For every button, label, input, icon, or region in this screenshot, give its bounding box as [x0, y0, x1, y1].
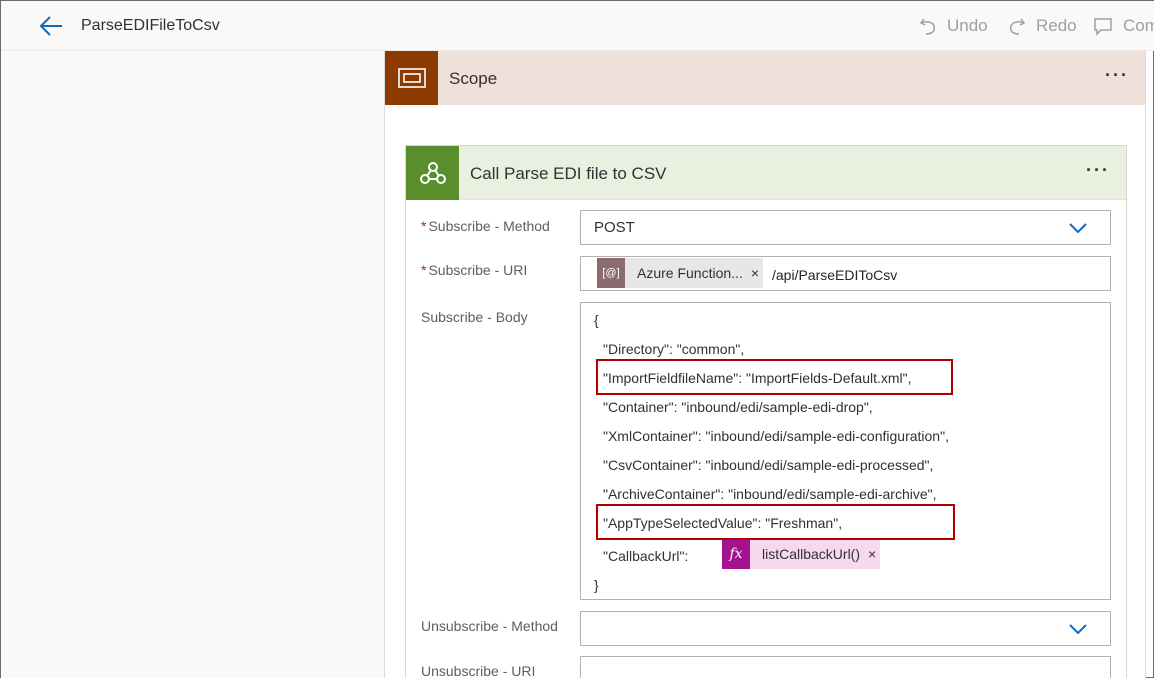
subscribe-method-dropdown[interactable]: POST	[580, 210, 1111, 245]
redo-button[interactable]: Redo	[1008, 15, 1077, 37]
redo-label: Redo	[1036, 16, 1077, 35]
top-bar: ParseEDIFileToCsv Undo Redo Com	[1, 1, 1154, 51]
scope-card: Scope ··· Call Parse EDI file to CSV ···…	[384, 51, 1146, 678]
scope-icon	[397, 68, 426, 88]
uri-suffix-text: /api/ParseEDIToCsv	[772, 267, 898, 283]
undo-label: Undo	[947, 16, 988, 35]
subscribe-method-value: POST	[594, 219, 635, 236]
subscribe-uri-input[interactable]: [@] Azure Function... × /api/ParseEDIToC…	[580, 256, 1111, 291]
back-arrow-icon[interactable]	[38, 14, 64, 38]
azure-function-token-icon: [@]	[597, 258, 625, 288]
body-line-close-brace: }	[594, 577, 599, 593]
subscribe-uri-label-text: Subscribe - URI	[428, 262, 528, 278]
unsubscribe-method-label: Unsubscribe - Method	[421, 618, 558, 634]
body-line-directory: "Directory": "common",	[603, 341, 745, 357]
scope-header[interactable]: Scope ···	[385, 51, 1145, 105]
remove-token-icon[interactable]: ×	[751, 265, 763, 281]
body-line-callback-key: "CallbackUrl":	[603, 548, 689, 564]
subscribe-uri-label: * Subscribe - URI	[421, 262, 527, 278]
subscribe-body-input[interactable]: { "Directory": "common", "ImportFieldfil…	[580, 302, 1111, 600]
body-line-csv-container: "CsvContainer": "inbound/edi/sample-edi-…	[603, 457, 934, 473]
subscribe-body-label: Subscribe - Body	[421, 309, 528, 325]
subscribe-method-label-text: Subscribe - Method	[428, 218, 550, 234]
unsubscribe-uri-label: Unsubscribe - URI	[421, 663, 536, 678]
chevron-down-icon	[1069, 624, 1087, 635]
required-mark: *	[421, 218, 427, 234]
required-mark: *	[421, 262, 427, 278]
scope-more-options-button[interactable]: ···	[1105, 65, 1129, 86]
azure-function-token-label: Azure Function...	[637, 265, 743, 281]
body-line-xml-container: "XmlContainer": "inbound/edi/sample-edi-…	[603, 428, 949, 444]
azure-function-token[interactable]: [@] Azure Function... ×	[597, 258, 764, 288]
scope-title: Scope	[449, 69, 498, 88]
action-title: Call Parse EDI file to CSV	[470, 164, 667, 183]
comment-icon	[1094, 18, 1112, 36]
highlight-app-type	[596, 504, 955, 540]
body-line-container: "Container": "inbound/edi/sample-edi-dro…	[603, 399, 873, 415]
flow-title: ParseEDIFileToCsv	[81, 17, 220, 34]
body-line-archive-container: "ArchiveContainer": "inbound/edi/sample-…	[603, 486, 937, 502]
scope-icon-box	[385, 51, 438, 105]
webhook-icon	[419, 162, 446, 184]
comments-label: Com	[1123, 16, 1154, 35]
undo-icon	[919, 18, 936, 35]
unsubscribe-method-dropdown[interactable]	[580, 611, 1111, 646]
comments-button[interactable]: Com	[1093, 15, 1154, 37]
remove-token-icon[interactable]: ×	[868, 546, 880, 562]
body-line-open-brace: {	[594, 312, 599, 328]
redo-icon	[1009, 18, 1026, 35]
list-callback-url-token[interactable]: fx listCallbackUrl() ×	[722, 539, 881, 569]
expression-icon: fx	[722, 539, 750, 569]
subscribe-method-label: * Subscribe - Method	[421, 218, 550, 234]
action-header[interactable]: Call Parse EDI file to CSV ···	[406, 146, 1126, 200]
http-webhook-action-card: Call Parse EDI file to CSV ··· * Subscrib…	[405, 145, 1127, 678]
undo-button[interactable]: Undo	[919, 15, 988, 37]
canvas-left-area	[1, 51, 384, 678]
highlight-import-field-file	[596, 359, 953, 395]
list-callback-url-token-label: listCallbackUrl()	[762, 546, 861, 562]
chevron-down-icon	[1069, 223, 1087, 234]
unsubscribe-uri-input[interactable]	[580, 656, 1111, 678]
action-icon-box	[406, 146, 459, 200]
action-more-options-button[interactable]: ···	[1086, 160, 1110, 181]
